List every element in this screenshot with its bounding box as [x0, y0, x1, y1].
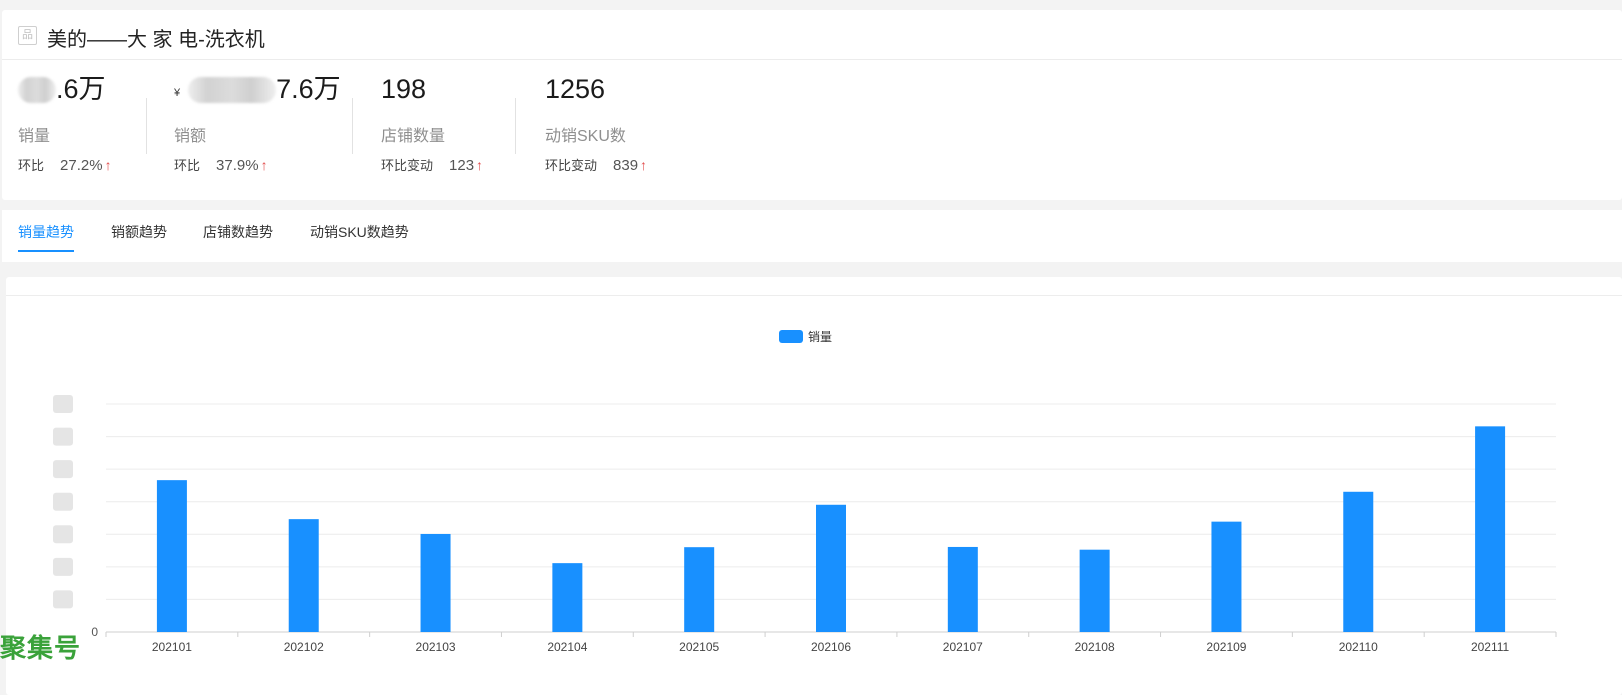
- bar: [420, 533, 451, 632]
- metric-sales-volume: .6万 销量 环比 27.2% ↑: [18, 72, 138, 182]
- arrow-up-icon: ↑: [640, 157, 648, 173]
- x-tick-label: 202102: [284, 640, 324, 654]
- divider: [146, 98, 147, 154]
- tab-active-sku-trend[interactable]: 动销SKU数趋势: [310, 222, 409, 250]
- image-placeholder-icon: 品: [18, 26, 37, 45]
- divider: [6, 295, 1622, 296]
- arrow-up-icon: ↑: [260, 157, 268, 173]
- x-tick-label: 202105: [679, 640, 719, 654]
- bar: [552, 563, 583, 632]
- metric-change: 环比 37.9% ↑: [174, 157, 268, 174]
- title-row: 品 美的——大 家 电-洗衣机: [2, 10, 1622, 60]
- watermark: 聚集号: [0, 633, 82, 663]
- blurred-y-tick: [53, 492, 73, 511]
- blurred-value: [188, 77, 277, 103]
- metric-label: 店铺数量: [381, 128, 446, 145]
- bar: [1343, 491, 1374, 632]
- arrow-up-icon: ↑: [476, 157, 484, 173]
- y-tick-label: 0: [91, 625, 98, 639]
- metric-label: 动销SKU数: [545, 128, 626, 145]
- x-tick-label: 202109: [1206, 640, 1246, 654]
- metric-value: 198: [381, 74, 427, 104]
- blurred-y-tick: [53, 395, 73, 413]
- tab-sales-volume-trend[interactable]: 销量趋势: [18, 222, 74, 252]
- metric-sales-amount: ¥7.6万 销额 环比 37.9% ↑: [174, 72, 344, 182]
- blurred-value: [18, 77, 56, 103]
- metric-value: .6万: [18, 72, 106, 106]
- x-tick-label: 202107: [943, 640, 983, 654]
- metric-value: ¥7.6万: [174, 74, 341, 104]
- legend-label: 销量: [808, 330, 832, 344]
- x-tick-label: 202103: [416, 640, 456, 654]
- x-tick-label: 202104: [547, 640, 587, 654]
- page-title: 美的——大 家 电-洗衣机: [47, 29, 265, 51]
- tab-sales-amount-trend[interactable]: 销额趋势: [111, 222, 167, 250]
- divider: [515, 98, 516, 154]
- x-tick-label: 202101: [152, 640, 192, 654]
- metric-value: 1256: [545, 74, 606, 104]
- blurred-y-tick: [53, 590, 73, 609]
- x-tick-label: 202110: [1339, 640, 1378, 654]
- x-tick-label: 202106: [811, 640, 851, 654]
- bar: [1211, 521, 1242, 632]
- bar: [288, 519, 319, 632]
- bar: [1079, 549, 1110, 632]
- metric-label: 销额: [174, 128, 207, 145]
- x-tick-label: 202108: [1075, 640, 1115, 654]
- bar: [816, 504, 846, 632]
- legend-swatch: [779, 330, 803, 343]
- bar: [156, 480, 187, 632]
- bar: [947, 546, 978, 632]
- bar: [1475, 426, 1506, 632]
- metric-active-sku: 1256 动销SKU数 环比变动 839 ↑: [545, 72, 695, 182]
- metric-label: 销量: [18, 128, 51, 145]
- summary-card: 品 美的——大 家 电-洗衣机 .6万 销量 环比 27.2% ↑ ¥7.6万 销额…: [2, 10, 1622, 200]
- blurred-y-tick: [53, 427, 73, 446]
- tab-store-count-trend[interactable]: 店铺数趋势: [203, 222, 273, 250]
- blurred-y-tick: [53, 525, 73, 544]
- metric-change: 环比变动 123 ↑: [381, 157, 484, 174]
- x-tick-label: 202111: [1471, 640, 1510, 654]
- metric-change: 环比变动 839 ↑: [545, 157, 648, 174]
- blurred-y-tick: [53, 557, 73, 576]
- metric-change: 环比 27.2% ↑: [18, 157, 112, 174]
- trend-tabs: 销量趋势 销额趋势 店铺数趋势 动销SKU数趋势: [2, 210, 1622, 262]
- blurred-y-tick: [53, 460, 73, 479]
- bar: [684, 547, 715, 632]
- divider: [352, 98, 353, 154]
- arrow-up-icon: ↑: [104, 157, 112, 173]
- metric-store-count: 198 店铺数量 环比变动 123 ↑: [381, 72, 511, 182]
